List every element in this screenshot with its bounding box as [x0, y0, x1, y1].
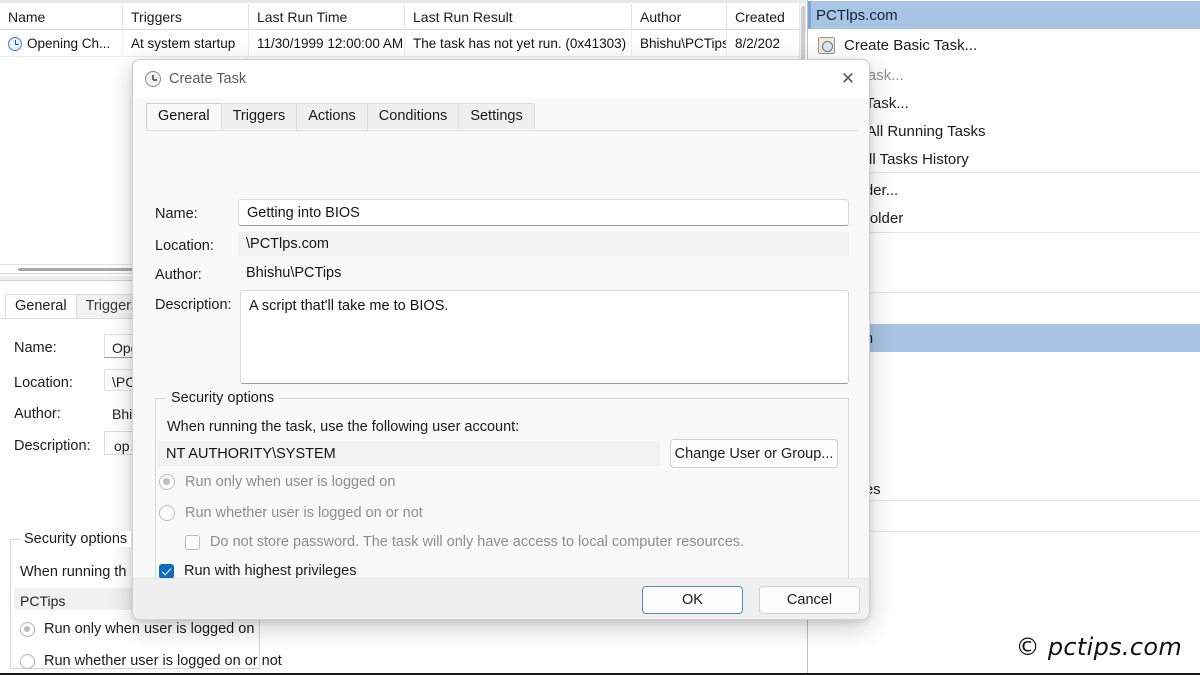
context-menu-separator	[818, 500, 1200, 501]
column-header-author[interactable]: Author	[632, 4, 727, 30]
cell-name[interactable]: Opening Ch...	[0, 31, 123, 57]
location-value-box: \PCTlps.com	[238, 232, 849, 256]
detail-radio-whether[interactable]: Run whether user is logged on or not	[20, 653, 282, 669]
column-header-created[interactable]: Created	[727, 4, 806, 30]
security-options-title: Security options	[166, 390, 279, 406]
radio-run-whether-logged-on-or-not[interactable]: Run whether user is logged on or not	[159, 505, 423, 521]
checkbox-run-with-highest-privileges-label: Run with highest privileges	[184, 563, 356, 579]
location-label: Location:	[155, 238, 214, 254]
author-label: Author:	[155, 267, 202, 283]
cell-triggers: At system startup	[123, 31, 249, 57]
copyright-symbol: ©	[1016, 633, 1040, 661]
detail-account-value: PCTips	[20, 593, 65, 609]
cancel-button[interactable]: Cancel	[759, 586, 860, 614]
dialog-tab-strip: General Triggers Actions Conditions Sett…	[146, 103, 534, 129]
context-menu-item-create-basic-task[interactable]: Create Basic Task...	[808, 31, 1200, 59]
radio-run-only-when-logged-on[interactable]: Run only when user is logged on	[159, 474, 395, 490]
detail-security-title: Security options	[20, 531, 131, 547]
cell-name-text: Opening Ch...	[27, 36, 110, 51]
name-label: Name:	[155, 206, 198, 222]
checkbox-run-with-highest-privileges[interactable]: Run with highest privileges	[159, 563, 356, 579]
detail-radio-whether-label: Run whether user is logged on or not	[44, 653, 282, 669]
create-task-dialog: Create Task ✕ General Triggers Actions C…	[132, 59, 870, 620]
clock-icon	[145, 71, 161, 87]
cell-author: Bhishu\PCTips	[632, 31, 727, 57]
task-list-header: Name Triggers Last Run Time Last Run Res…	[0, 4, 806, 30]
context-menu-item-label: Create Basic Task...	[844, 37, 977, 54]
account-prompt-label: When running the task, use the following…	[167, 419, 519, 435]
dialog-title: Create Task	[169, 71, 246, 87]
checkbox-do-not-store-password[interactable]: Do not store password. The task will onl…	[185, 534, 744, 550]
clock-icon	[8, 37, 22, 51]
change-user-or-group-label: Change User or Group...	[675, 446, 834, 462]
scrollbar-thumb[interactable]	[801, 6, 805, 66]
tab-general[interactable]: General	[146, 103, 222, 129]
radio-run-only-when-logged-on-label: Run only when user is logged on	[185, 474, 395, 490]
detail-radio-logged-on-label: Run only when user is logged on	[44, 621, 254, 637]
security-group-border-left	[155, 398, 165, 399]
detail-tab-general[interactable]: General	[5, 294, 77, 318]
create-basic-task-icon	[818, 37, 835, 54]
author-value: Bhishu\PCTips	[246, 265, 341, 281]
tab-actions[interactable]: Actions	[296, 103, 368, 129]
column-header-last-run-result[interactable]: Last Run Result	[405, 4, 632, 30]
close-icon[interactable]: ✕	[825, 60, 870, 98]
table-row[interactable]: Opening Ch... At system startup 11/30/19…	[0, 31, 806, 57]
checkbox-do-not-store-password-label: Do not store password. The task will onl…	[210, 534, 744, 550]
watermark: © pctips.com	[1016, 633, 1182, 661]
cell-last-run-result: The task has not yet run. (0x41303)	[405, 31, 632, 57]
tab-triggers[interactable]: Triggers	[221, 103, 298, 129]
user-account-value: NT AUTHORITY\SYSTEM	[166, 446, 336, 462]
security-group-border-right	[276, 398, 849, 399]
description-textarea[interactable]: A script that'll take me to BIOS.	[240, 290, 849, 384]
user-account-field[interactable]: NT AUTHORITY\SYSTEM	[158, 441, 660, 466]
description-label: Description:	[155, 297, 232, 313]
detail-name-label: Name:	[14, 340, 57, 356]
radio-run-whether-logged-on-or-not-label: Run whether user is logged on or not	[185, 505, 423, 521]
radio-icon	[159, 505, 175, 521]
tab-settings[interactable]: Settings	[458, 103, 534, 129]
cell-created: 8/2/202	[727, 31, 806, 57]
location-value: \PCTlps.com	[246, 236, 329, 252]
detail-author-label: Author:	[14, 406, 61, 422]
dialog-footer: OK Cancel	[133, 578, 870, 620]
tab-conditions[interactable]: Conditions	[367, 103, 460, 129]
column-header-last-run-time[interactable]: Last Run Time	[249, 4, 405, 30]
dialog-title-bar[interactable]: Create Task ✕	[133, 60, 870, 98]
radio-icon	[159, 474, 175, 490]
detail-location-label: Location:	[14, 375, 73, 391]
context-menu-separator	[818, 531, 1200, 532]
watermark-text: pctips.com	[1048, 633, 1182, 661]
detail-description-label: Description:	[14, 438, 91, 454]
dialog-body: Name: Getting into BIOS Location: \PCTlp…	[133, 131, 870, 578]
name-input[interactable]: Getting into BIOS	[238, 199, 849, 226]
ok-button[interactable]: OK	[642, 586, 743, 614]
column-header-triggers[interactable]: Triggers	[123, 4, 249, 30]
author-value-box: Bhishu\PCTips	[238, 261, 849, 285]
context-menu-separator	[818, 172, 1200, 173]
change-user-or-group-button[interactable]: Change User or Group...	[670, 439, 838, 468]
name-input-value: Getting into BIOS	[247, 205, 360, 221]
column-header-name[interactable]: Name	[0, 4, 123, 30]
ok-button-label: OK	[682, 592, 703, 608]
description-value: A script that'll take me to BIOS.	[249, 298, 448, 314]
detail-radio-logged-on[interactable]: Run only when user is logged on	[20, 621, 254, 637]
checkbox-icon	[159, 564, 174, 579]
cell-last-run-time: 11/30/1999 12:00:00 AM	[249, 31, 405, 57]
radio-icon	[20, 654, 35, 669]
radio-icon	[20, 622, 35, 637]
cancel-button-label: Cancel	[787, 592, 832, 608]
detail-running-label: When running th	[20, 564, 126, 580]
context-menu-header: PCTlps.com	[808, 1, 1200, 29]
context-menu-separator	[818, 232, 1200, 233]
context-menu-separator	[818, 292, 1200, 293]
detail-tab-strip: General Triggers	[5, 294, 147, 318]
checkbox-icon	[185, 535, 200, 550]
